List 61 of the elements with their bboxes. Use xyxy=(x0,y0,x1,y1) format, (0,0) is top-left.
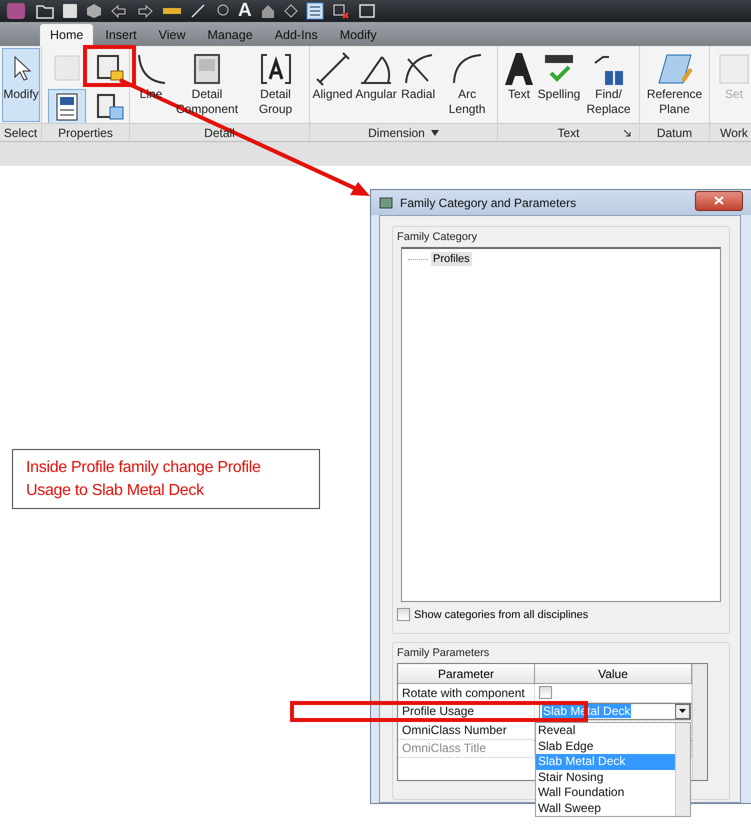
panel-label: Datum xyxy=(656,126,692,140)
open-folder-icon xyxy=(36,3,54,19)
close-button[interactable] xyxy=(695,190,743,210)
ribbon-tool[interactable]: Aligned xyxy=(312,48,354,122)
text-glyph[interactable]: A xyxy=(238,1,252,21)
column-header[interactable]: Parameter xyxy=(398,664,535,684)
scrollbar[interactable] xyxy=(675,723,690,816)
panel-label: Work xyxy=(720,126,748,140)
window-title: Family Category and Parameters xyxy=(400,196,578,210)
house-icon xyxy=(260,3,276,19)
undo-icon xyxy=(110,4,128,18)
panel-label: Properties xyxy=(58,126,113,140)
dropdown-caret-icon[interactable] xyxy=(430,130,439,136)
scrollbar[interactable] xyxy=(692,664,707,780)
save-icon xyxy=(62,3,78,19)
list-icon xyxy=(306,2,324,20)
aligned-dimension-icon xyxy=(314,51,351,87)
panel-label: Select xyxy=(4,126,38,140)
annotation-note: Inside Profile family change Profile Usage to Slab Metal Deck xyxy=(12,449,320,509)
windows-icon xyxy=(358,3,378,19)
parameter-name: Rotate with component xyxy=(398,684,535,702)
ribbon-tab[interactable]: Modify xyxy=(330,24,387,46)
ribbon-tool[interactable]: Detail Group xyxy=(244,48,307,122)
ribbon-tool[interactable]: Reference Plane xyxy=(642,48,707,122)
dialog-app-icon xyxy=(379,196,393,208)
launcher-icon[interactable] xyxy=(623,128,631,136)
column-header[interactable]: Value xyxy=(535,664,692,684)
dimension-icon xyxy=(190,3,206,19)
type-grid-icon xyxy=(95,92,125,122)
cube-icon xyxy=(86,3,102,19)
ribbon-tool[interactable]: Find/ Replace xyxy=(580,48,637,122)
highlight-frame xyxy=(83,45,136,87)
close-windows-icon xyxy=(332,3,350,19)
ribbon-tab[interactable]: Manage xyxy=(197,24,263,46)
diamond-icon xyxy=(284,4,298,18)
ribbon-tab[interactable]: View xyxy=(148,24,196,46)
group-label: Family Parameters xyxy=(397,647,490,659)
ribbon-tool[interactable]: Angular xyxy=(355,48,398,122)
group-label: Family Category xyxy=(397,231,478,243)
caret-icon xyxy=(679,709,686,714)
ribbon-tool[interactable]: Arc Length xyxy=(439,48,496,122)
checkbox-label: Show categories from all disciplines xyxy=(414,608,588,620)
ribbon-tool[interactable]: Text xyxy=(500,48,538,122)
ribbon-tool[interactable]: Radial xyxy=(399,48,438,122)
app-logo-icon[interactable] xyxy=(6,1,28,21)
family-folder-icon xyxy=(95,53,125,83)
panel-label: Detail xyxy=(204,126,235,140)
checkbox[interactable] xyxy=(539,686,552,700)
panel-label: Text xyxy=(557,126,580,140)
tree-item[interactable]: Profiles xyxy=(431,252,472,266)
checkbox[interactable] xyxy=(397,608,410,621)
redo-icon xyxy=(136,4,154,18)
ribbon-tool[interactable]: Modify xyxy=(2,48,40,122)
properties-button[interactable] xyxy=(48,89,86,125)
close-icon xyxy=(714,196,724,205)
ribbon-tab[interactable]: Insert xyxy=(95,24,147,46)
parameter-name: Profile Usage xyxy=(398,702,535,721)
ribbon-tool[interactable]: Spelling xyxy=(540,48,578,122)
panel-label: Dimension xyxy=(368,126,425,140)
ribbon-tab[interactable]: Home xyxy=(40,24,94,46)
ribbon-tab[interactable]: Add-Ins xyxy=(264,24,328,46)
